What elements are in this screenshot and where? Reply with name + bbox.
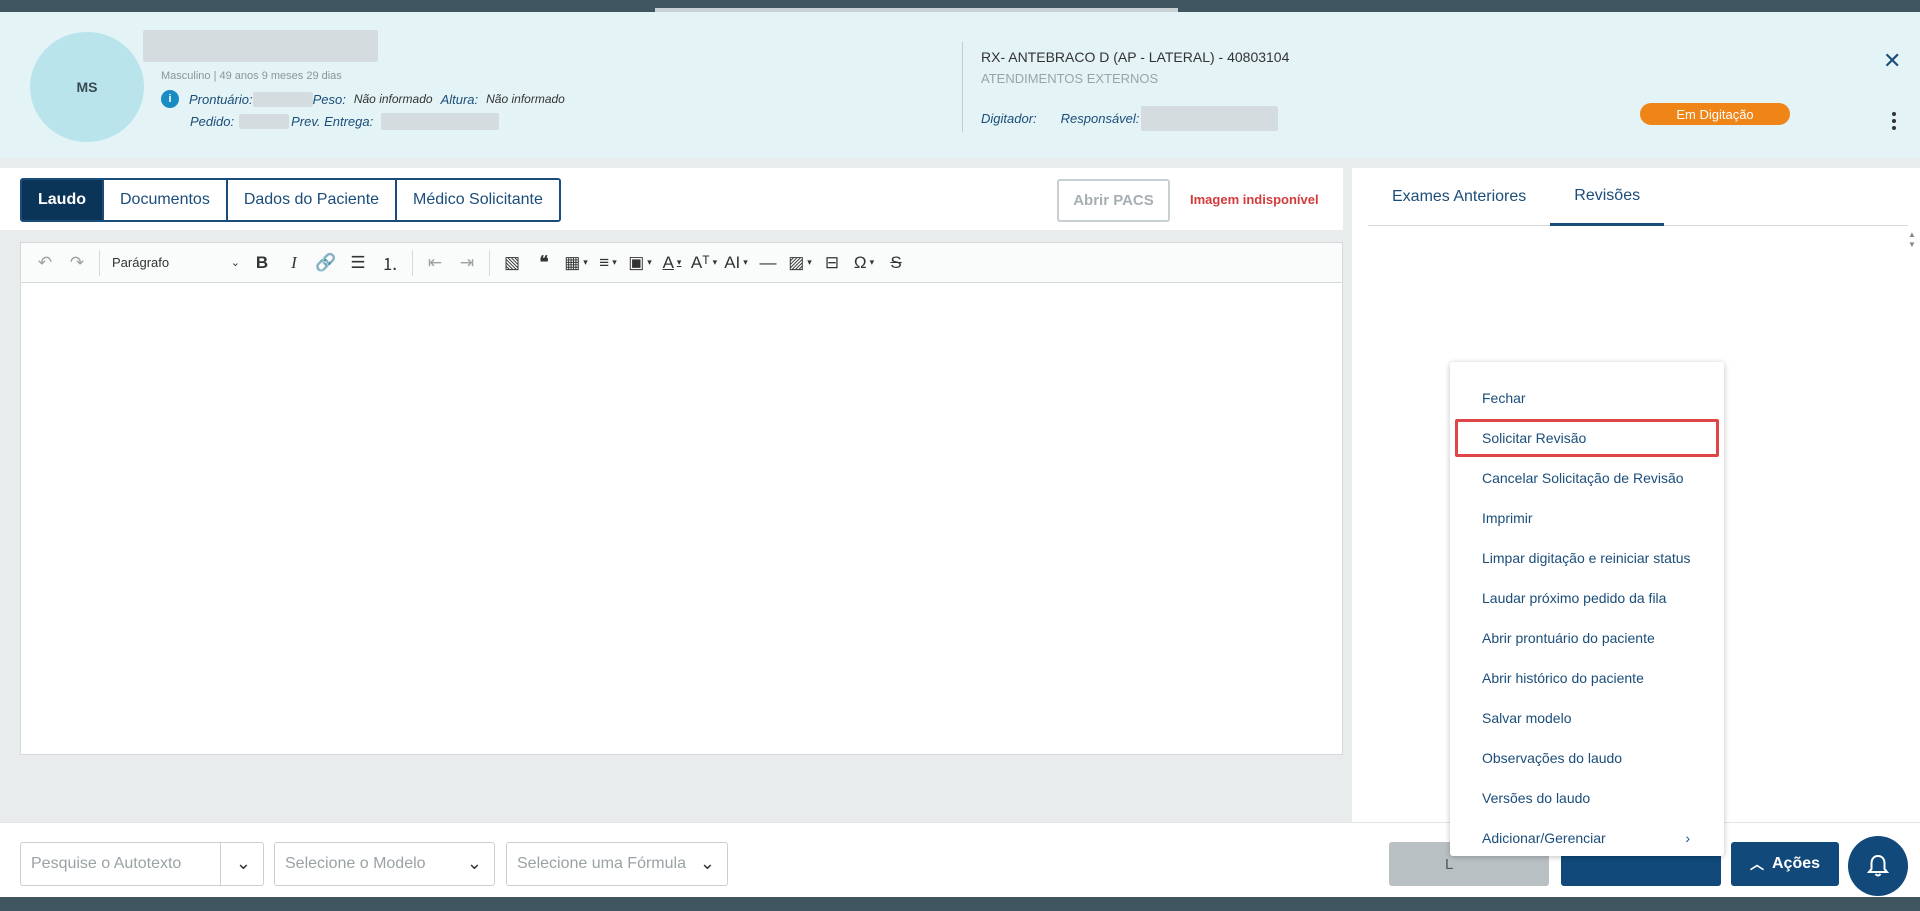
menu-item-fechar[interactable]: Fechar: [1450, 378, 1724, 418]
top-strip: [0, 0, 1920, 12]
tab-medico-solicitante[interactable]: Médico Solicitante: [397, 180, 559, 220]
menu-item-adicionar-gerenciar-label: Adicionar/Gerenciar: [1482, 830, 1606, 846]
modelo-placeholder: Selecione o Modelo: [285, 855, 426, 872]
paragraph-select-value: Parágrafo: [112, 255, 170, 270]
tab-laudo[interactable]: Laudo: [22, 180, 104, 220]
menu-item-imprimir[interactable]: Imprimir: [1450, 498, 1724, 538]
autotexto-search[interactable]: Pesquise o Autotexto ⌄: [20, 842, 264, 886]
altura-value: Não informado: [486, 92, 565, 106]
table-icon[interactable]: ▦ ▾: [560, 249, 592, 277]
avatar: MS: [30, 32, 144, 142]
responsavel-label: Responsável:: [1060, 111, 1140, 126]
acoes-label: Ações: [1771, 855, 1821, 872]
chevron-down-icon: ⌄: [699, 853, 715, 873]
chevron-down-icon[interactable]: ⌄: [236, 853, 251, 874]
image-unavailable-text: Imagem indisponível: [1190, 192, 1319, 207]
patient-row-1: i Prontuário: Peso: Não informado Altura…: [161, 90, 573, 108]
tab-documentos[interactable]: Documentos: [104, 180, 228, 220]
prontuario-value-redacted: [252, 91, 313, 107]
menu-item-laudar-proximo[interactable]: Laudar próximo pedido da fila: [1450, 578, 1724, 618]
highlight-icon[interactable]: ▣ ▾: [624, 249, 656, 277]
image-upload-icon[interactable]: ▨ ▾: [784, 249, 816, 277]
undo-icon[interactable]: ↶: [29, 249, 61, 277]
peso-value: Não informado: [353, 92, 433, 106]
prev-entrega-label: Prev. Entrega:: [291, 114, 374, 129]
menu-item-versoes[interactable]: Versões do laudo: [1450, 778, 1724, 818]
responsavel-value-redacted: [1141, 106, 1279, 131]
indent-icon[interactable]: ⇥: [451, 249, 483, 277]
info-icon[interactable]: i: [161, 90, 179, 108]
blockquote-icon[interactable]: ❝: [528, 249, 560, 277]
tab-row: Laudo Documentos Dados do Paciente Médic…: [0, 168, 1343, 230]
bell-icon: [1867, 854, 1889, 877]
chevron-down-icon: ⌄: [230, 257, 240, 269]
scrollbar-arrows[interactable]: ▲ ▼: [1908, 230, 1916, 250]
modelo-select[interactable]: Selecione o Modelo ⌄: [274, 842, 495, 886]
tab-revisoes[interactable]: Revisões: [1550, 168, 1665, 226]
right-tabs: Exames Anteriores Revisões: [1368, 168, 1908, 226]
autotexto-placeholder: Pesquise o Autotexto: [31, 855, 182, 872]
editor-toolbar: ↶ ↷ Parágrafo ⌄ B I 🔗 ☰ ⒈ ⇤ ⇥ ▧ ❝ ▦ ▾ ≡ ▾ …: [21, 243, 1342, 283]
main-tabs: Laudo Documentos Dados do Paciente Médic…: [20, 178, 561, 222]
left-panel: Laudo Documentos Dados do Paciente Médic…: [0, 168, 1343, 822]
formula-placeholder: Selecione uma Fórmula: [517, 855, 686, 872]
chevron-down-icon: ⌄: [466, 853, 482, 873]
horizontal-line-icon[interactable]: —: [752, 249, 784, 277]
tab-dados-paciente[interactable]: Dados do Paciente: [227, 180, 398, 220]
actions-menu: Fechar Solicitar Revisão Cancelar Solici…: [1450, 362, 1724, 856]
open-pacs-button[interactable]: Abrir PACS: [1057, 179, 1170, 222]
patient-name-redacted: [143, 30, 378, 62]
altura-label: Altura:: [440, 91, 479, 107]
strikethrough-icon[interactable]: S: [880, 249, 912, 277]
outdent-icon[interactable]: ⇤: [419, 249, 451, 277]
menu-item-adicionar-gerenciar[interactable]: Adicionar/Gerenciar ›: [1450, 818, 1724, 858]
patient-info: Masculino | 49 anos 9 meses 29 dias: [161, 70, 342, 82]
chevron-up-icon: ︿: [1749, 856, 1764, 872]
chevron-right-icon: ›: [1685, 830, 1690, 846]
font-color-icon[interactable]: A ▾: [656, 249, 688, 277]
prev-entrega-value-redacted: [381, 113, 500, 130]
status-badge: Em Digitação: [1640, 103, 1790, 125]
rich-text-editor[interactable]: ↶ ↷ Parágrafo ⌄ B I 🔗 ☰ ⒈ ⇤ ⇥ ▧ ❝ ▦ ▾ ≡ ▾ …: [20, 242, 1343, 755]
font-size-icon[interactable]: Aᵀ ▾: [688, 249, 720, 277]
menu-item-limpar-digitacao[interactable]: Limpar digitação e reiniciar status: [1450, 538, 1724, 578]
special-characters-icon[interactable]: Ω ▾: [848, 249, 880, 277]
pedido-label: Pedido:: [190, 114, 235, 129]
prontuario-label: Prontuário:: [189, 91, 253, 107]
exam-title: RX- ANTEBRACO D (AP - LATERAL) - 4080310…: [981, 49, 1290, 65]
italic-icon[interactable]: I: [278, 249, 310, 277]
menu-item-observacoes[interactable]: Observações do laudo: [1450, 738, 1724, 778]
menu-item-abrir-prontuario[interactable]: Abrir prontuário do paciente: [1450, 618, 1724, 658]
bulleted-list-icon[interactable]: ☰: [342, 249, 374, 277]
more-options-icon[interactable]: [1892, 112, 1896, 133]
formula-select[interactable]: Selecione uma Fórmula ⌄: [506, 842, 728, 886]
bold-icon[interactable]: B: [246, 249, 278, 277]
menu-item-solicitar-revisao[interactable]: Solicitar Revisão: [1454, 418, 1720, 458]
paragraph-select[interactable]: Parágrafo ⌄: [106, 249, 246, 277]
digitador-label: Digitador:: [981, 111, 1037, 126]
page-break-icon[interactable]: ⊟: [816, 249, 848, 277]
numbered-list-icon[interactable]: ⒈: [374, 249, 406, 277]
align-icon[interactable]: ≡ ▾: [592, 249, 624, 277]
insert-image-icon[interactable]: ▧: [496, 249, 528, 277]
tab-exames-anteriores[interactable]: Exames Anteriores: [1368, 168, 1550, 226]
exam-subtitle: ATENDIMENTOS EXTERNOS: [981, 71, 1159, 86]
close-icon[interactable]: ✕: [1883, 48, 1901, 74]
pedido-value-redacted: [239, 114, 290, 129]
link-icon[interactable]: 🔗: [310, 249, 342, 277]
peso-label: Peso:: [312, 91, 346, 107]
redo-icon[interactable]: ↷: [61, 249, 93, 277]
text-case-icon[interactable]: AI ▾: [720, 249, 752, 277]
patient-row-2: Pedido: Prev. Entrega:: [190, 113, 500, 130]
menu-item-salvar-modelo[interactable]: Salvar modelo: [1450, 698, 1724, 738]
menu-item-cancelar-solicitacao[interactable]: Cancelar Solicitação de Revisão: [1450, 458, 1724, 498]
exam-people: Digitador: Responsável:: [981, 106, 1279, 131]
acoes-button[interactable]: ︿ Ações: [1731, 842, 1839, 886]
notifications-button[interactable]: [1848, 836, 1908, 896]
menu-item-abrir-historico[interactable]: Abrir histórico do paciente: [1450, 658, 1724, 698]
header-divider: [962, 42, 963, 132]
patient-header: MS Masculino | 49 anos 9 meses 29 dias i…: [0, 12, 1920, 158]
bottom-strip: [0, 897, 1920, 911]
